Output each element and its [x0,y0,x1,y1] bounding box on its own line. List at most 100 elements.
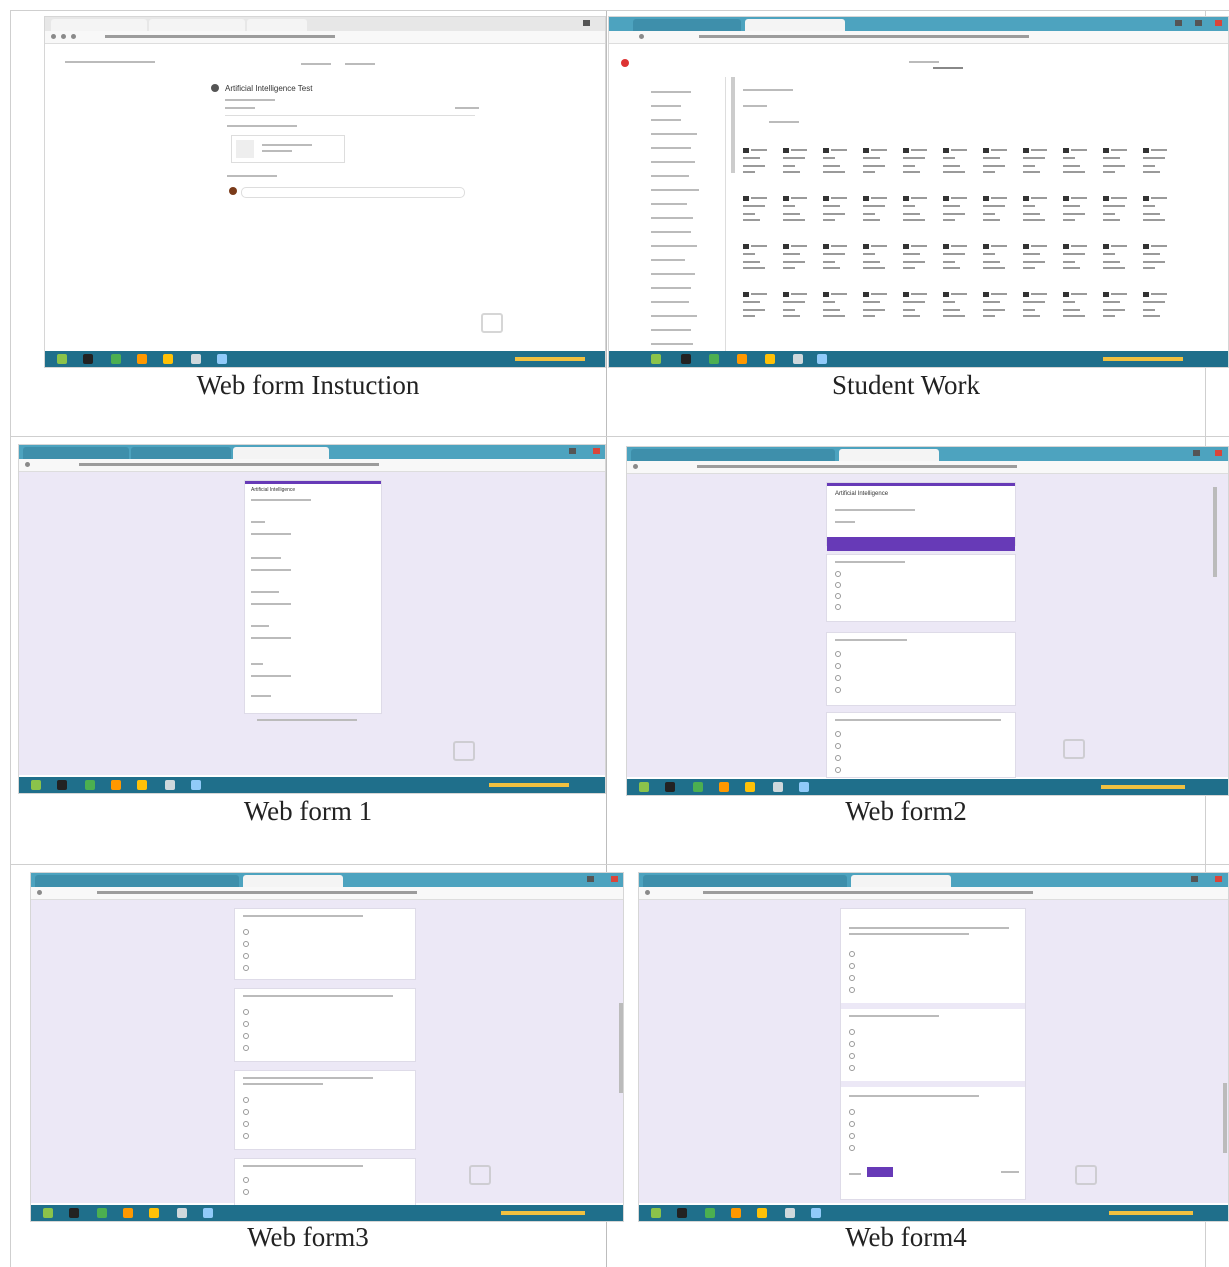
comment-input[interactable] [241,187,465,198]
student-work-thumbnail[interactable] [1141,145,1173,181]
browser-tab[interactable] [851,875,951,887]
student-work-thumbnail[interactable] [821,193,853,229]
list-item[interactable] [651,301,689,303]
list-item[interactable] [651,273,695,275]
attachment-card[interactable] [231,135,345,163]
app-icon[interactable] [793,354,803,364]
radio-option[interactable] [849,1041,855,1047]
student-work-thumbnail[interactable] [901,241,933,277]
close-window-icon[interactable] [583,20,590,26]
tab-classwork[interactable] [345,63,375,65]
app-icon[interactable] [799,782,809,792]
student-work-thumbnail[interactable] [741,241,773,277]
app-icon[interactable] [737,354,747,364]
minimize-icon[interactable] [587,876,594,882]
radio-option[interactable] [243,941,249,947]
student-work-thumbnail[interactable] [1061,193,1093,229]
radio-option[interactable] [849,963,855,969]
radio-option[interactable] [835,582,841,588]
close-window-icon[interactable] [593,448,600,454]
list-item[interactable] [651,119,681,121]
student-work-thumbnail[interactable] [1101,289,1133,325]
radio-option[interactable] [243,965,249,971]
forward-icon[interactable] [61,34,66,39]
list-item[interactable] [651,203,687,205]
browser-icon[interactable] [111,354,121,364]
reload-icon[interactable] [71,34,76,39]
start-icon[interactable] [639,782,649,792]
radio-option[interactable] [849,1065,855,1071]
browser-tab[interactable] [643,875,847,887]
close-window-icon[interactable] [1215,450,1222,456]
radio-option[interactable] [849,1029,855,1035]
student-work-thumbnail[interactable] [1141,193,1173,229]
list-item[interactable] [651,175,689,177]
radio-option[interactable] [243,1109,249,1115]
back-icon[interactable] [639,34,644,39]
app-icon[interactable] [165,780,175,790]
student-work-thumbnail[interactable] [1101,241,1133,277]
browser-tab[interactable] [631,449,835,461]
radio-option[interactable] [243,1121,249,1127]
browser-tab[interactable] [23,447,129,459]
browser-icon[interactable] [693,782,703,792]
list-item[interactable] [651,343,693,345]
folder-icon[interactable] [163,354,173,364]
radio-option[interactable] [835,675,841,681]
student-work-thumbnail[interactable] [1101,145,1133,181]
scrollbar[interactable] [1223,1083,1227,1153]
list-item[interactable] [651,147,691,149]
tab-student-work[interactable] [933,67,963,69]
radio-option[interactable] [243,953,249,959]
list-item[interactable] [651,287,691,289]
radio-option[interactable] [835,663,841,669]
browser-icon[interactable] [705,1208,715,1218]
list-item[interactable] [651,315,697,317]
student-work-thumbnail[interactable] [781,289,813,325]
radio-option[interactable] [243,1189,249,1195]
radio-option[interactable] [835,731,841,737]
student-work-thumbnail[interactable] [1141,241,1173,277]
close-window-icon[interactable] [611,876,618,882]
radio-option[interactable] [849,1145,855,1151]
app-icon[interactable] [137,354,147,364]
student-work-thumbnail[interactable] [981,145,1013,181]
student-work-thumbnail[interactable] [821,145,853,181]
radio-option[interactable] [835,755,841,761]
radio-option[interactable] [243,1097,249,1103]
close-window-icon[interactable] [1215,20,1222,26]
radio-option[interactable] [243,1133,249,1139]
radio-option[interactable] [849,1109,855,1115]
app-icon[interactable] [811,1208,821,1218]
folder-icon[interactable] [765,354,775,364]
folder-icon[interactable] [137,780,147,790]
browser-tab[interactable] [633,19,741,31]
list-item[interactable] [651,189,699,191]
minimize-icon[interactable] [1193,450,1200,456]
address-bar[interactable] [627,461,1228,474]
browser-tab[interactable] [131,447,231,459]
radio-option[interactable] [849,951,855,957]
app-icon[interactable] [773,782,783,792]
list-item[interactable] [651,161,695,163]
radio-option[interactable] [849,1053,855,1059]
radio-option[interactable] [243,1009,249,1015]
app-icon[interactable] [191,780,201,790]
list-item[interactable] [651,329,691,331]
browser-icon[interactable] [709,354,719,364]
tab-stream[interactable] [301,63,331,65]
back-icon[interactable] [25,462,30,467]
folder-icon[interactable] [149,1208,159,1218]
app-icon[interactable] [677,1208,687,1218]
start-icon[interactable] [57,354,67,364]
student-work-thumbnail[interactable] [901,289,933,325]
list-item[interactable] [651,245,697,247]
student-work-thumbnail[interactable] [941,193,973,229]
student-work-thumbnail[interactable] [861,145,893,181]
minimize-icon[interactable] [569,448,576,454]
browser-tab[interactable] [745,19,845,31]
list-item[interactable] [651,231,691,233]
scrollbar[interactable] [1213,487,1217,577]
student-work-thumbnail[interactable] [781,241,813,277]
student-work-thumbnail[interactable] [1021,241,1053,277]
